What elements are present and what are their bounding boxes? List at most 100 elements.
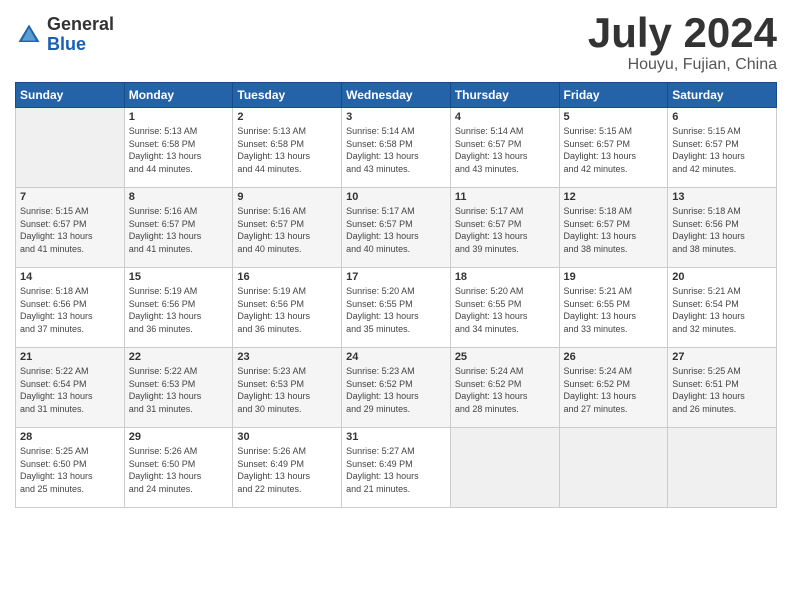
day-number: 19: [564, 271, 664, 283]
day-cell: 23Sunrise: 5:23 AM Sunset: 6:53 PM Dayli…: [233, 348, 342, 428]
day-cell: 5Sunrise: 5:15 AM Sunset: 6:57 PM Daylig…: [559, 108, 668, 188]
day-info: Sunrise: 5:18 AM Sunset: 6:56 PM Dayligh…: [672, 205, 772, 255]
day-cell: 19 Sunrise: 5:21 AM Sunset: 6:55 PM Dayli…: [559, 268, 668, 348]
day-number: 9: [237, 191, 337, 203]
day-number: 14: [20, 271, 120, 283]
day-info: Sunrise: 5:24 AM Sunset: 6:52 PM Dayligh…: [564, 365, 664, 415]
day-number: 30: [237, 431, 337, 443]
day-cell: 1Sunrise: 5:13 AM Sunset: 6:58 PM Daylig…: [124, 108, 233, 188]
day-info: Sunrise: 5:21 AM Sunset: 6:55 PM Dayligh…: [564, 285, 664, 335]
day-number: 21: [20, 351, 120, 363]
location: Houyu, Fujian, China: [588, 56, 777, 74]
logo-icon: [15, 21, 43, 49]
day-number: 8: [129, 191, 229, 203]
calendar-header: SundayMondayTuesdayWednesdayThursdayFrid…: [16, 83, 777, 108]
day-info: Sunrise: 5:19 AM Sunset: 6:56 PM Dayligh…: [237, 285, 337, 335]
day-cell: 9 Sunrise: 5:16 AM Sunset: 6:57 PM Daylig…: [233, 188, 342, 268]
day-number: 11: [455, 191, 555, 203]
day-info: Sunrise: 5:20 AM Sunset: 6:55 PM Dayligh…: [455, 285, 555, 335]
day-number: 16: [237, 271, 337, 283]
day-number: 13: [672, 191, 772, 203]
day-number: 29: [129, 431, 229, 443]
day-number: 12: [564, 191, 664, 203]
day-cell: 17Sunrise: 5:20 AM Sunset: 6:55 PM Dayli…: [342, 268, 451, 348]
day-info: Sunrise: 5:13 AM Sunset: 6:58 PM Dayligh…: [237, 125, 337, 175]
day-info: Sunrise: 5:18 AM Sunset: 6:56 PM Dayligh…: [20, 285, 120, 335]
day-cell: 18 Sunrise: 5:20 AM Sunset: 6:55 PM Dayli…: [450, 268, 559, 348]
day-number: 27: [672, 351, 772, 363]
header-row: SundayMondayTuesdayWednesdayThursdayFrid…: [16, 83, 777, 108]
day-cell: 24 Sunrise: 5:23 AM Sunset: 6:52 PM Dayli…: [342, 348, 451, 428]
logo-text: General Blue: [47, 15, 114, 55]
day-info: Sunrise: 5:14 AM Sunset: 6:57 PM Dayligh…: [455, 125, 555, 175]
day-cell: 7 Sunrise: 5:15 AM Sunset: 6:57 PM Daylig…: [16, 188, 125, 268]
day-cell: 22 Sunrise: 5:22 AM Sunset: 6:53 PM Dayli…: [124, 348, 233, 428]
day-info: Sunrise: 5:13 AM Sunset: 6:58 PM Dayligh…: [129, 125, 229, 175]
day-cell: 15Sunrise: 5:19 AM Sunset: 6:56 PM Dayli…: [124, 268, 233, 348]
day-info: Sunrise: 5:24 AM Sunset: 6:52 PM Dayligh…: [455, 365, 555, 415]
day-number: 26: [564, 351, 664, 363]
day-info: Sunrise: 5:21 AM Sunset: 6:54 PM Dayligh…: [672, 285, 772, 335]
day-info: Sunrise: 5:16 AM Sunset: 6:57 PM Dayligh…: [129, 205, 229, 255]
logo: General Blue: [15, 15, 114, 55]
day-cell: 29 Sunrise: 5:26 AM Sunset: 6:50 PM Dayli…: [124, 428, 233, 508]
day-cell: 31Sunrise: 5:27 AM Sunset: 6:49 PM Dayli…: [342, 428, 451, 508]
day-cell: 21 Sunrise: 5:22 AM Sunset: 6:54 PM Dayli…: [16, 348, 125, 428]
day-info: Sunrise: 5:26 AM Sunset: 6:49 PM Dayligh…: [237, 445, 337, 495]
day-info: Sunrise: 5:17 AM Sunset: 6:57 PM Dayligh…: [346, 205, 446, 255]
day-info: Sunrise: 5:15 AM Sunset: 6:57 PM Dayligh…: [564, 125, 664, 175]
day-info: Sunrise: 5:17 AM Sunset: 6:57 PM Dayligh…: [455, 205, 555, 255]
day-number: 28: [20, 431, 120, 443]
column-header-wednesday: Wednesday: [342, 83, 451, 108]
column-header-thursday: Thursday: [450, 83, 559, 108]
day-info: Sunrise: 5:23 AM Sunset: 6:52 PM Dayligh…: [346, 365, 446, 415]
day-number: 23: [237, 351, 337, 363]
calendar-table: SundayMondayTuesdayWednesdayThursdayFrid…: [15, 82, 777, 508]
column-header-friday: Friday: [559, 83, 668, 108]
day-info: Sunrise: 5:15 AM Sunset: 6:57 PM Dayligh…: [672, 125, 772, 175]
day-number: 24: [346, 351, 446, 363]
week-row-3: 14 Sunrise: 5:18 AM Sunset: 6:56 PM Dayli…: [16, 268, 777, 348]
column-header-saturday: Saturday: [668, 83, 777, 108]
week-row-4: 21 Sunrise: 5:22 AM Sunset: 6:54 PM Dayli…: [16, 348, 777, 428]
day-cell: 10Sunrise: 5:17 AM Sunset: 6:57 PM Dayli…: [342, 188, 451, 268]
day-cell: 8 Sunrise: 5:16 AM Sunset: 6:57 PM Daylig…: [124, 188, 233, 268]
day-info: Sunrise: 5:18 AM Sunset: 6:57 PM Dayligh…: [564, 205, 664, 255]
day-info: Sunrise: 5:22 AM Sunset: 6:53 PM Dayligh…: [129, 365, 229, 415]
day-info: Sunrise: 5:15 AM Sunset: 6:57 PM Dayligh…: [20, 205, 120, 255]
day-info: Sunrise: 5:22 AM Sunset: 6:54 PM Dayligh…: [20, 365, 120, 415]
logo-general: General: [47, 15, 114, 35]
week-row-1: 1Sunrise: 5:13 AM Sunset: 6:58 PM Daylig…: [16, 108, 777, 188]
day-number: 4: [455, 111, 555, 123]
day-number: 7: [20, 191, 120, 203]
column-header-sunday: Sunday: [16, 83, 125, 108]
column-header-monday: Monday: [124, 83, 233, 108]
calendar-body: 1Sunrise: 5:13 AM Sunset: 6:58 PM Daylig…: [16, 108, 777, 508]
day-info: Sunrise: 5:16 AM Sunset: 6:57 PM Dayligh…: [237, 205, 337, 255]
month-title: July 2024: [588, 10, 777, 56]
day-cell: 20Sunrise: 5:21 AM Sunset: 6:54 PM Dayli…: [668, 268, 777, 348]
day-cell: 3 Sunrise: 5:14 AM Sunset: 6:58 PM Daylig…: [342, 108, 451, 188]
day-info: Sunrise: 5:25 AM Sunset: 6:51 PM Dayligh…: [672, 365, 772, 415]
day-cell: 11 Sunrise: 5:17 AM Sunset: 6:57 PM Dayli…: [450, 188, 559, 268]
day-cell: 30 Sunrise: 5:26 AM Sunset: 6:49 PM Dayli…: [233, 428, 342, 508]
day-number: 22: [129, 351, 229, 363]
day-cell: [450, 428, 559, 508]
day-number: 15: [129, 271, 229, 283]
day-cell: 28Sunrise: 5:25 AM Sunset: 6:50 PM Dayli…: [16, 428, 125, 508]
day-cell: 27 Sunrise: 5:25 AM Sunset: 6:51 PM Dayli…: [668, 348, 777, 428]
day-number: 3: [346, 111, 446, 123]
day-info: Sunrise: 5:14 AM Sunset: 6:58 PM Dayligh…: [346, 125, 446, 175]
header: General Blue July 2024 Houyu, Fujian, Ch…: [15, 10, 777, 74]
day-info: Sunrise: 5:26 AM Sunset: 6:50 PM Dayligh…: [129, 445, 229, 495]
day-number: 6: [672, 111, 772, 123]
day-cell: 4 Sunrise: 5:14 AM Sunset: 6:57 PM Daylig…: [450, 108, 559, 188]
page-container: General Blue July 2024 Houyu, Fujian, Ch…: [0, 0, 792, 518]
column-header-tuesday: Tuesday: [233, 83, 342, 108]
day-number: 18: [455, 271, 555, 283]
day-cell: 6 Sunrise: 5:15 AM Sunset: 6:57 PM Daylig…: [668, 108, 777, 188]
day-cell: 14 Sunrise: 5:18 AM Sunset: 6:56 PM Dayli…: [16, 268, 125, 348]
day-cell: 26 Sunrise: 5:24 AM Sunset: 6:52 PM Dayli…: [559, 348, 668, 428]
day-cell: [16, 108, 125, 188]
day-cell: 25Sunrise: 5:24 AM Sunset: 6:52 PM Dayli…: [450, 348, 559, 428]
